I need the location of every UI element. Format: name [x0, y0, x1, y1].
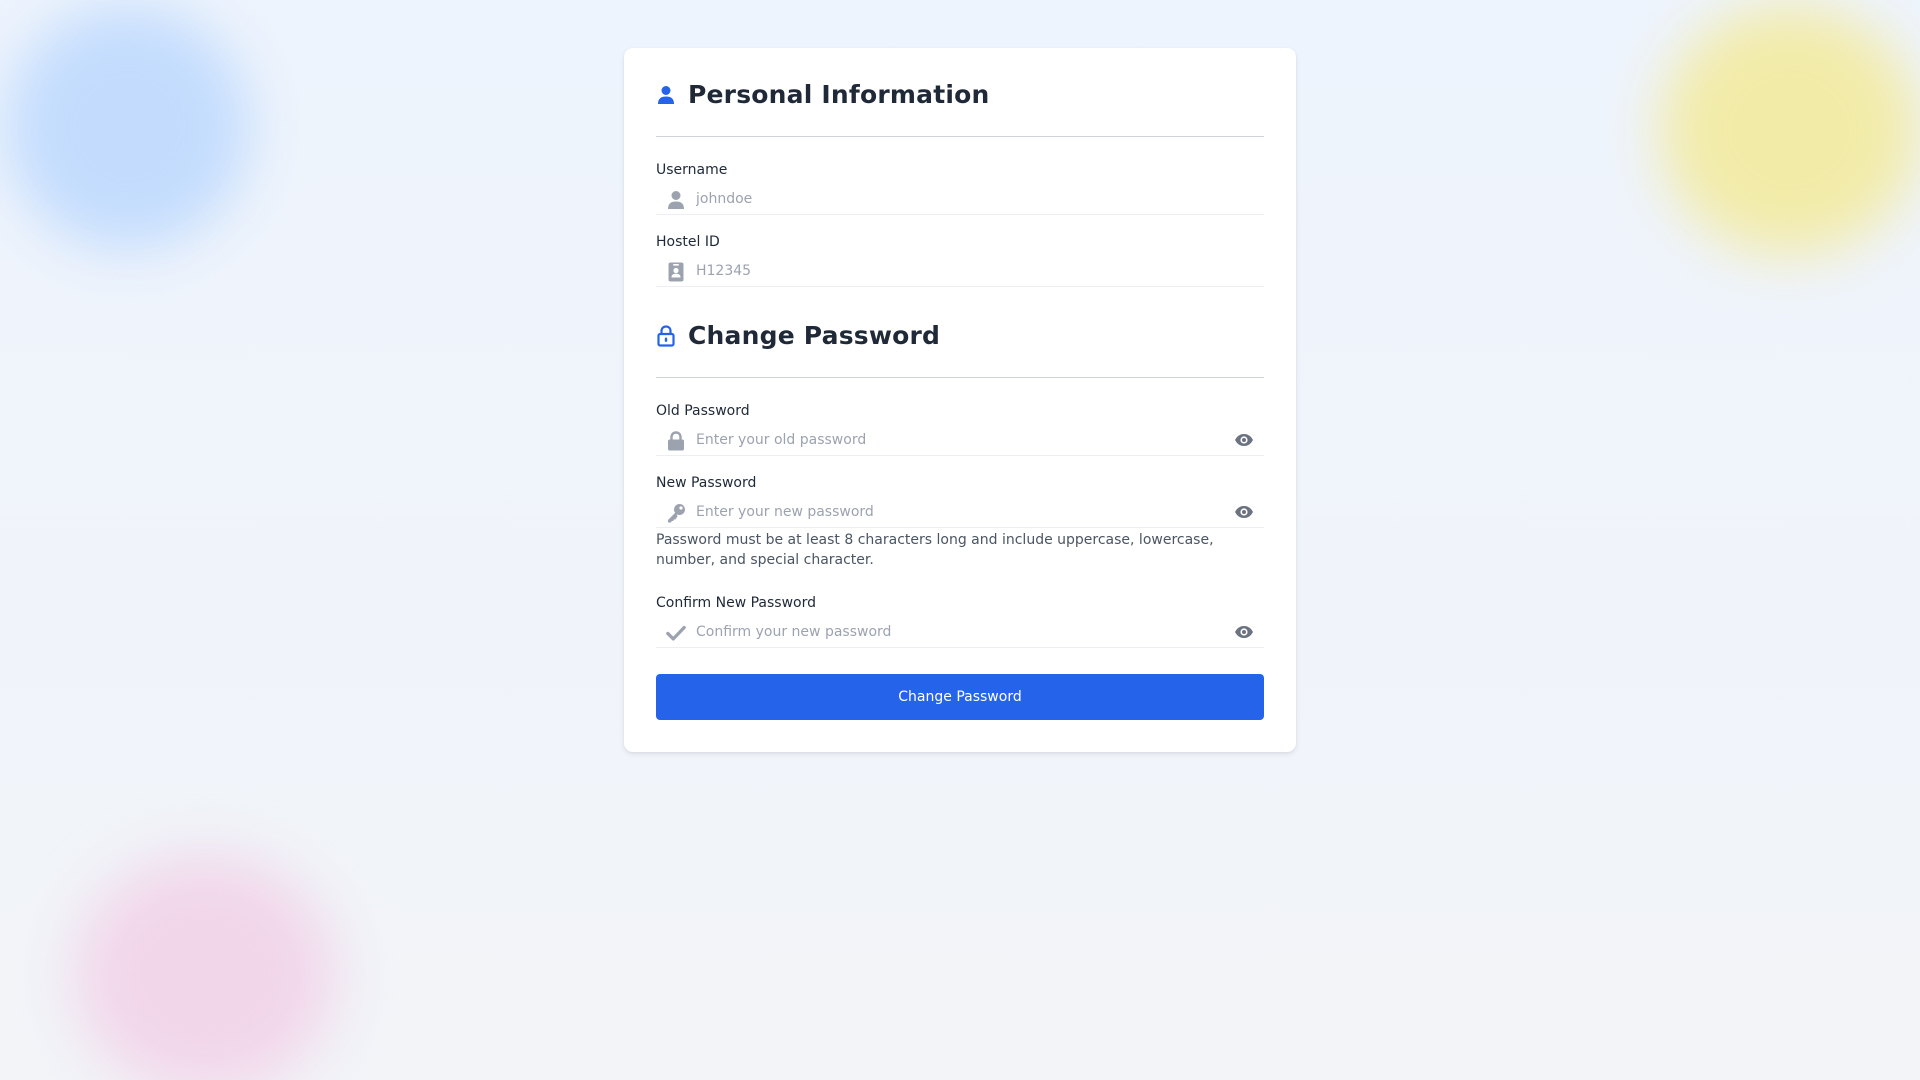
user-icon: [656, 84, 676, 106]
confirm-password-field[interactable]: [656, 617, 1264, 648]
username-field[interactable]: [656, 184, 1264, 215]
decorative-blob-blue: [5, 5, 250, 250]
confirm-password-label: Confirm New Password: [656, 595, 817, 611]
id-badge-icon: [666, 262, 686, 282]
decorative-blob-pink: [75, 855, 335, 1080]
eye-icon[interactable]: [1234, 624, 1254, 640]
profile-card: Personal Information Username Hostel ID: [624, 48, 1296, 752]
decorative-blob-yellow: [1660, 5, 1920, 255]
key-icon: [666, 503, 686, 523]
hostel-id-field[interactable]: [656, 256, 1264, 287]
section-divider: [656, 136, 1264, 137]
change-password-header: Change Password: [656, 321, 940, 350]
username-label: Username: [656, 162, 728, 178]
old-password-field[interactable]: [656, 425, 1264, 456]
password-requirements-hint: Password must be at least 8 characters l…: [656, 532, 1214, 568]
old-password-label: Old Password: [656, 403, 750, 419]
personal-info-title: Personal Information: [688, 80, 990, 109]
new-password-input[interactable]: [696, 499, 1216, 525]
new-password-field[interactable]: [656, 497, 1264, 528]
hostel-id-label: Hostel ID: [656, 234, 720, 250]
hostel-id-input[interactable]: [696, 258, 1216, 284]
section-divider: [656, 377, 1264, 378]
old-password-input[interactable]: [696, 427, 1216, 453]
personal-info-header: Personal Information: [656, 80, 990, 109]
user-icon: [666, 190, 686, 210]
confirm-password-input[interactable]: [696, 619, 1216, 645]
eye-icon[interactable]: [1234, 432, 1254, 448]
lock-icon: [666, 431, 686, 451]
change-password-button[interactable]: Change Password: [656, 674, 1264, 720]
eye-icon[interactable]: [1234, 504, 1254, 520]
new-password-label: New Password: [656, 475, 757, 491]
username-input[interactable]: [696, 186, 1216, 212]
change-password-title: Change Password: [688, 321, 941, 350]
check-icon: [666, 623, 686, 643]
lock-open-icon: [656, 324, 676, 347]
